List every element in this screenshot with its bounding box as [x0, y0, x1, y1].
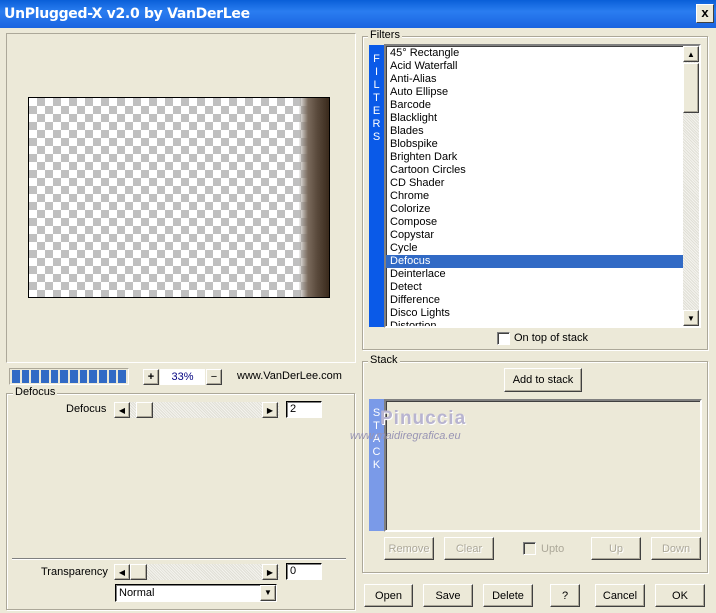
transparency-slider[interactable]: ◀ ▶ — [114, 564, 279, 580]
filter-item[interactable]: Defocus — [386, 255, 683, 268]
separator — [12, 558, 346, 560]
defocus-group-title: Defocus — [13, 386, 58, 398]
filter-item[interactable]: CD Shader — [386, 177, 683, 190]
filter-item[interactable]: Colorize — [386, 203, 683, 216]
preview-image — [28, 97, 330, 298]
progress-segment — [31, 370, 40, 383]
close-button[interactable]: x — [696, 4, 714, 23]
filter-item[interactable]: Auto Ellipse — [386, 86, 683, 99]
filter-item[interactable]: Disco Lights — [386, 307, 683, 320]
stack-group-title: Stack — [368, 354, 400, 366]
filter-item[interactable]: Cycle — [386, 242, 683, 255]
upto-label: Upto — [541, 543, 565, 555]
zoom-level: 33% — [160, 369, 205, 385]
zoom-in-button[interactable]: + — [143, 369, 159, 385]
filter-item[interactable]: Anti-Alias — [386, 73, 683, 86]
scroll-down-icon[interactable]: ▼ — [683, 310, 699, 326]
filter-item[interactable]: Compose — [386, 216, 683, 229]
scroll-thumb[interactable] — [683, 63, 699, 113]
filter-item[interactable]: Blades — [386, 125, 683, 138]
remove-button[interactable]: Remove — [384, 537, 434, 560]
progress-segment — [41, 370, 49, 383]
side-label-text: FILTERS — [372, 53, 381, 143]
defocus-value-input[interactable]: 2 — [286, 401, 322, 418]
image-edge — [299, 98, 329, 297]
progress-segment — [79, 370, 88, 383]
help-button[interactable]: ? — [550, 584, 580, 607]
open-button[interactable]: Open — [364, 584, 413, 607]
progress-segment — [89, 370, 98, 383]
filter-item[interactable]: Blacklight — [386, 112, 683, 125]
progress-bar — [9, 368, 129, 385]
upto-checkbox[interactable] — [523, 542, 536, 555]
filter-item[interactable]: 45° Rectangle — [386, 47, 683, 60]
arrow-right-icon[interactable]: ▶ — [262, 564, 278, 580]
progress-segment — [99, 370, 107, 383]
watermark-name: Pinuccia — [380, 408, 467, 429]
filter-item[interactable]: Deinterlace — [386, 268, 683, 281]
filter-item[interactable]: Barcode — [386, 99, 683, 112]
filters-side-label: FILTERS — [369, 45, 384, 327]
chevron-down-icon[interactable]: ▼ — [260, 585, 276, 601]
arrow-left-icon[interactable]: ◀ — [114, 402, 130, 418]
add-to-stack-button[interactable]: Add to stack — [504, 368, 582, 392]
progress-segment — [50, 370, 59, 383]
arrow-right-icon[interactable]: ▶ — [262, 402, 278, 418]
filter-item[interactable]: Blobspike — [386, 138, 683, 151]
filters-group-title: Filters — [368, 29, 402, 41]
defocus-slider[interactable]: ◀ ▶ — [114, 402, 279, 418]
watermark-url: www.maidiregrafica.eu — [350, 430, 461, 442]
filter-item[interactable]: Distortion — [386, 320, 683, 326]
progress-segment — [70, 370, 78, 383]
on-top-of-stack-checkbox[interactable] — [497, 332, 510, 345]
slider-thumb[interactable] — [130, 564, 147, 580]
on-top-of-stack-label: On top of stack — [514, 332, 588, 344]
progress-segment — [12, 370, 20, 383]
window-title: UnPlugged-X v2.0 by VanDerLee — [4, 6, 250, 22]
transparency-label: Transparency — [41, 566, 108, 578]
progress-segment — [21, 370, 30, 383]
progress-segment — [118, 370, 127, 383]
zoom-out-button[interactable]: − — [206, 369, 222, 385]
scroll-up-icon[interactable]: ▲ — [683, 46, 699, 62]
progress-segment — [60, 370, 69, 383]
blend-mode-value: Normal — [119, 587, 155, 599]
down-button[interactable]: Down — [651, 537, 701, 560]
slider-thumb[interactable] — [136, 402, 153, 418]
filters-list[interactable]: 45° Rectangle Acid Waterfall Anti-Alias Aut… — [384, 44, 701, 328]
filter-item[interactable]: Brighten Dark — [386, 151, 683, 164]
arrow-left-icon[interactable]: ◀ — [114, 564, 130, 580]
blend-mode-select[interactable]: Normal ▼ — [115, 584, 277, 602]
transparency-value-input[interactable]: 0 — [286, 563, 322, 580]
delete-button[interactable]: Delete — [483, 584, 533, 607]
ok-button[interactable]: OK — [655, 584, 705, 607]
save-button[interactable]: Save — [423, 584, 473, 607]
filter-item[interactable]: Difference — [386, 294, 683, 307]
filter-item[interactable]: Copystar — [386, 229, 683, 242]
defocus-label: Defocus — [66, 403, 107, 415]
filter-item[interactable]: Cartoon Circles — [386, 164, 683, 177]
clear-button[interactable]: Clear — [444, 537, 494, 560]
website-link[interactable]: www.VanDerLee.com — [237, 370, 342, 382]
filter-item[interactable]: Chrome — [386, 190, 683, 203]
title-bar: UnPlugged-X v2.0 by VanDerLee — [0, 0, 716, 28]
filter-item[interactable]: Acid Waterfall — [386, 60, 683, 73]
progress-segment — [108, 370, 117, 383]
up-button[interactable]: Up — [591, 537, 641, 560]
cancel-button[interactable]: Cancel — [595, 584, 645, 607]
filter-item[interactable]: Detect — [386, 281, 683, 294]
filters-scrollbar[interactable]: ▲ ▼ — [683, 46, 699, 326]
